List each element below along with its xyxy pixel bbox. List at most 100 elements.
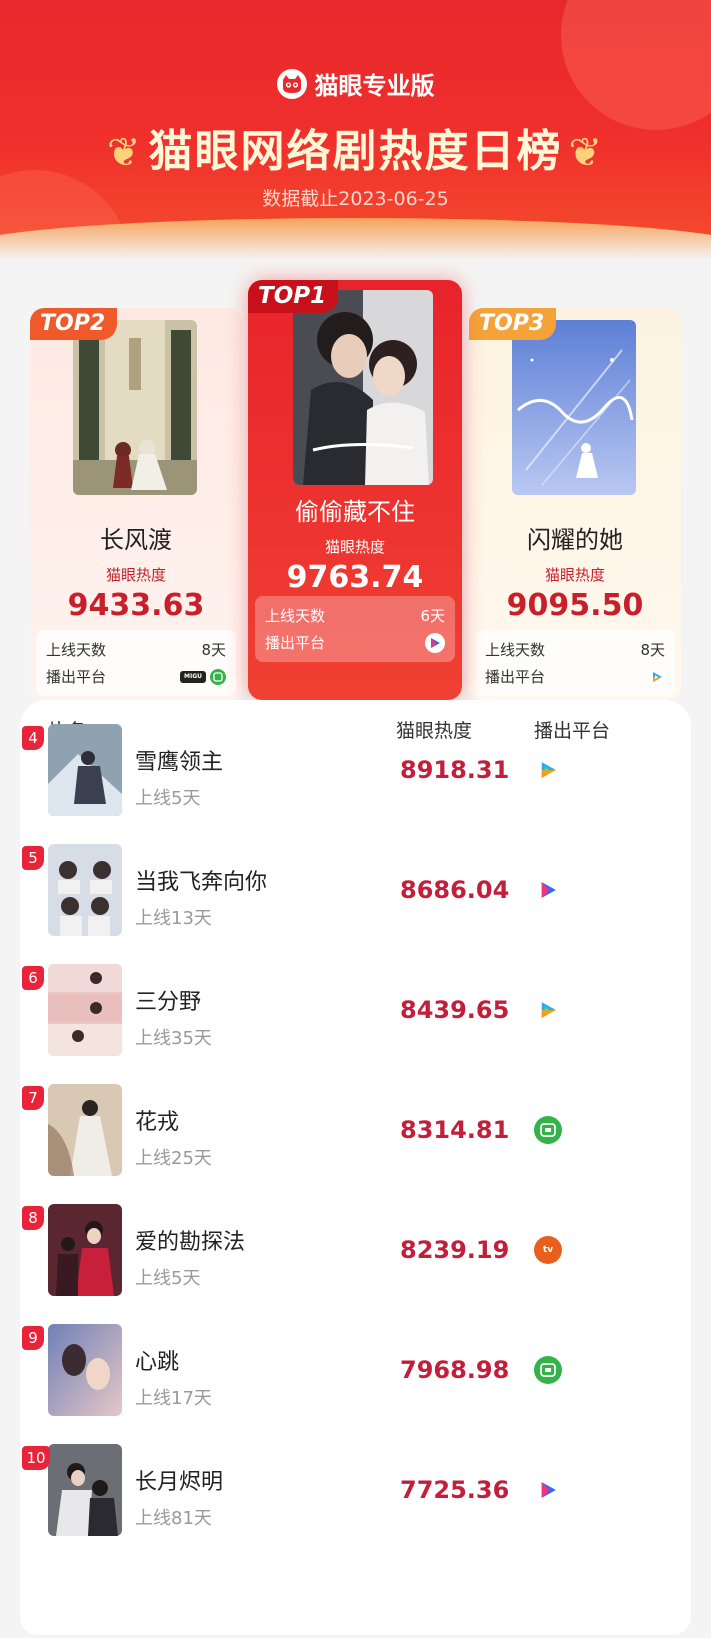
online-days-label: 上线天数	[485, 641, 546, 659]
heat-value: 8314.81	[400, 1116, 510, 1144]
date-note: 数据截止2023-06-25	[262, 188, 449, 210]
rank-badge: 6	[22, 966, 44, 990]
rank-badge: 8	[22, 1206, 44, 1230]
migu-icon: MIGU	[180, 670, 206, 683]
laurel-left-icon: ❦	[106, 130, 143, 176]
tencent-video-icon	[534, 996, 562, 1024]
drama-title: 爱的勘探法	[135, 1230, 246, 1255]
list-item[interactable]: 7 花戎 上线25天 8314.81	[20, 1084, 691, 1180]
top3-podium: TOP2 长风渡 猫眼热度 9433.63 上线天数 8天 播出平台 MIGU	[0, 280, 711, 700]
poster-thumbnail	[48, 1324, 122, 1416]
page-title: ❦ 猫眼网络剧热度日榜 ❦	[0, 115, 711, 179]
youku-icon	[534, 1476, 562, 1504]
poster-thumbnail	[48, 844, 122, 936]
tencent-video-icon	[649, 668, 665, 685]
poster-thumbnail	[48, 1204, 122, 1296]
brand-name: 猫眼专业版	[314, 72, 435, 100]
info-box: 上线天数 8天 播出平台	[475, 630, 675, 696]
mango-tv-icon: tv	[534, 1236, 562, 1264]
online-days-row: 上线天数 8天	[485, 636, 665, 663]
heat-value: 9433.63	[67, 588, 205, 623]
online-days-label: 上线天数	[46, 641, 107, 659]
online-days-value: 6天	[420, 607, 445, 625]
drama-title: 雪鹰领主	[135, 750, 224, 775]
rank-badge: 4	[22, 726, 44, 750]
rank-tag: TOP3	[469, 308, 557, 340]
rank-badge: 9	[22, 1326, 44, 1350]
decor-wave	[0, 218, 711, 262]
drama-title: 长月烬明	[135, 1470, 224, 1495]
brand: 猫眼专业版	[0, 66, 711, 101]
rank-tag: TOP1	[248, 280, 339, 313]
platform-label: 播出平台	[485, 668, 546, 686]
youku-icon	[534, 876, 562, 904]
list-item[interactable]: 4 雪鹰领主 上线5天 8918.31	[20, 724, 691, 820]
rank-badge: 10	[22, 1446, 50, 1470]
youku-icon	[425, 632, 445, 653]
online-days-label: 上线天数	[265, 607, 326, 625]
heat-label: 猫眼热度	[544, 566, 605, 584]
heat-value: 9095.50	[506, 588, 644, 623]
header-banner: 猫眼专业版 ❦ 猫眼网络剧热度日榜 ❦ 数据截止2023-06-25	[0, 0, 711, 262]
poster-image	[512, 320, 636, 495]
poster-thumbnail	[48, 964, 122, 1056]
maoyan-logo-icon	[276, 68, 307, 99]
online-days-value: 8天	[640, 641, 665, 659]
heat-value: 9763.74	[286, 560, 424, 595]
poster-thumbnail	[48, 1444, 122, 1536]
tencent-video-icon	[534, 756, 562, 784]
laurel-right-icon: ❦	[568, 130, 605, 176]
top2-card[interactable]: TOP2 长风渡 猫眼热度 9433.63 上线天数 8天 播出平台 MIGU	[30, 308, 242, 700]
top3-card[interactable]: TOP3 闪耀的她 猫眼热度 9095.50 上线天数 8天 播出平台	[469, 308, 681, 700]
drama-title: 闪耀的她	[527, 526, 623, 554]
page-title-text: 猫眼网络剧热度日榜	[148, 126, 563, 177]
iqiyi-icon	[534, 1116, 562, 1144]
info-box: 上线天数 8天 播出平台 MIGU	[36, 630, 236, 696]
heat-value: 8439.65	[400, 996, 510, 1024]
poster-image	[73, 320, 197, 495]
poster-thumbnail	[48, 724, 122, 816]
list-item[interactable]: 5 当我飞奔向你 上线13天 8686.04	[20, 844, 691, 940]
list-item[interactable]: 10 长月烬明 上线81天 7725.36	[20, 1444, 691, 1540]
online-days-row: 上线天数 6天	[265, 602, 445, 629]
rank-badge: 5	[22, 846, 44, 870]
online-days: 上线5天	[135, 788, 201, 809]
online-days: 上线17天	[135, 1388, 212, 1409]
online-days: 上线5天	[135, 1268, 201, 1289]
list-item[interactable]: 9 心跳 上线17天 7968.98	[20, 1324, 691, 1420]
top1-card[interactable]: TOP1 偷偷藏不住 猫眼热度 9763.74 上线天数 6天 播出平台	[248, 280, 462, 700]
drama-title: 长风渡	[100, 526, 172, 554]
iqiyi-icon	[210, 668, 226, 685]
ranking-list: 片名 猫眼热度 播出平台 4 雪鹰领主 上线5天 8918.31	[20, 700, 691, 1635]
rank-tag: TOP2	[30, 308, 118, 340]
heat-value: 8239.19	[400, 1236, 510, 1264]
list-item[interactable]: 6 三分野 上线35天 8439.65	[20, 964, 691, 1060]
online-days: 上线13天	[135, 908, 212, 929]
poster-thumbnail	[48, 1084, 122, 1176]
iqiyi-icon	[534, 1356, 562, 1384]
drama-title: 偷偷藏不住	[295, 498, 415, 526]
drama-title: 心跳	[135, 1350, 180, 1375]
platform-label: 播出平台	[265, 634, 326, 652]
platform-label: 播出平台	[46, 668, 107, 686]
heat-value: 8686.04	[400, 876, 510, 904]
drama-title: 当我飞奔向你	[135, 870, 268, 895]
heat-value: 7968.98	[400, 1356, 510, 1384]
platform-row: 播出平台	[265, 629, 445, 656]
platform-row: 播出平台	[485, 663, 665, 690]
list-item[interactable]: 8 爱的勘探法 上线5天 8239.19 tv	[20, 1204, 691, 1300]
heat-label: 猫眼热度	[105, 566, 166, 584]
heat-value: 8918.31	[400, 756, 510, 784]
drama-title: 三分野	[135, 990, 202, 1015]
online-days-row: 上线天数 8天	[46, 636, 226, 663]
online-days: 上线25天	[135, 1148, 212, 1169]
online-days: 上线81天	[135, 1508, 212, 1529]
heat-label: 猫眼热度	[324, 538, 385, 556]
heat-value: 7725.36	[400, 1476, 510, 1504]
decor-circle	[561, 0, 711, 130]
rank-badge: 7	[22, 1086, 44, 1110]
info-box: 上线天数 6天 播出平台	[255, 596, 455, 662]
drama-title: 花戎	[135, 1110, 180, 1135]
online-days: 上线35天	[135, 1028, 212, 1049]
platform-row: 播出平台 MIGU	[46, 663, 226, 690]
